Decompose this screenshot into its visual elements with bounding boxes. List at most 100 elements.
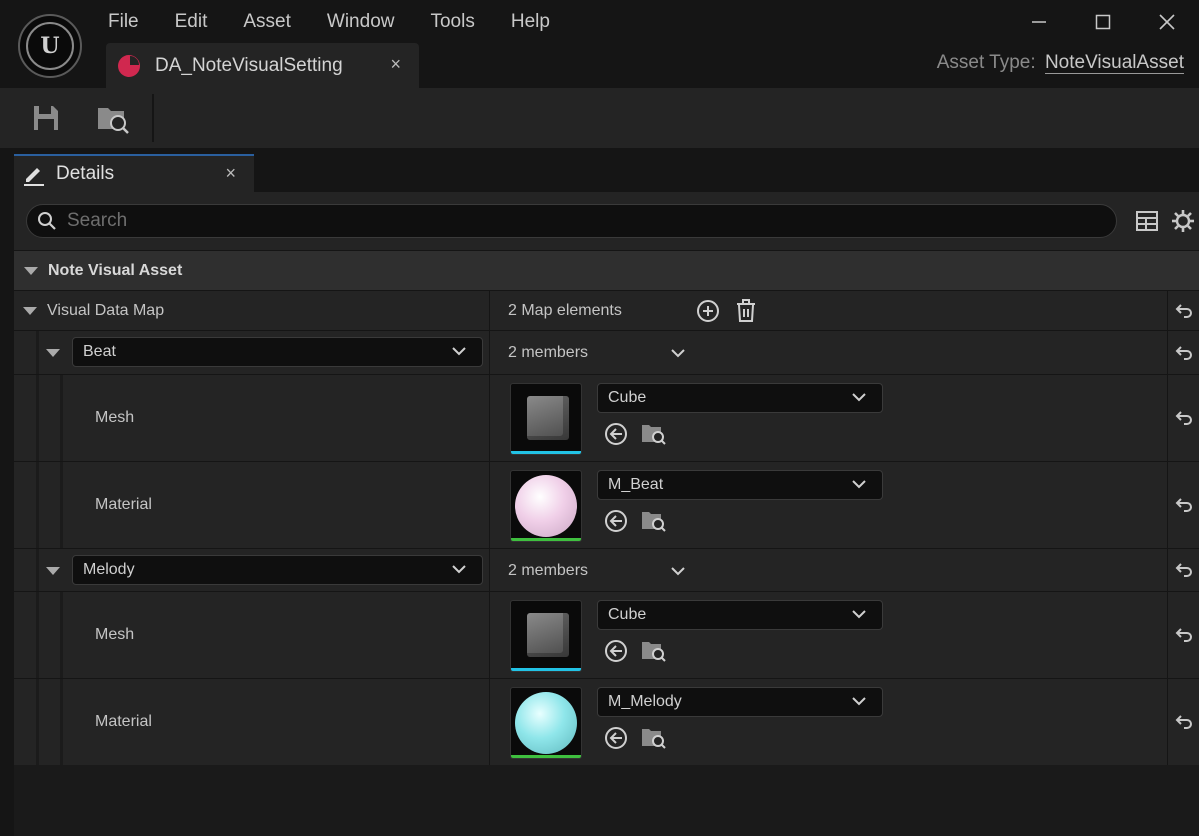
menu-file[interactable]: File	[90, 0, 157, 44]
chevron-down-icon[interactable]	[671, 566, 685, 576]
indent-guide	[60, 592, 63, 678]
minimize-button[interactable]	[1007, 0, 1071, 44]
menu-help[interactable]: Help	[493, 0, 568, 44]
indent-guide	[60, 375, 63, 461]
save-button[interactable]	[28, 100, 64, 136]
material-property-row: Material M_Melody	[14, 678, 1199, 765]
use-selected-asset-button[interactable]	[602, 420, 630, 448]
material-thumbnail[interactable]	[510, 470, 582, 542]
use-selected-asset-button[interactable]	[602, 637, 630, 665]
clear-elements-button[interactable]	[732, 297, 760, 325]
use-selected-arrow-icon	[605, 423, 627, 445]
reset-to-default-button[interactable]	[1167, 331, 1199, 374]
mesh-asset-picker[interactable]: Cube	[597, 600, 883, 630]
material-asset-picker[interactable]: M_Melody	[597, 687, 883, 717]
indent-guide	[36, 375, 39, 461]
material-thumbnail[interactable]	[510, 687, 582, 759]
use-selected-arrow-icon	[605, 510, 627, 532]
browse-asset-button[interactable]	[640, 637, 668, 665]
material-asset-picker[interactable]: M_Beat	[597, 470, 883, 500]
folder-search-icon	[642, 642, 666, 662]
maximize-icon	[1095, 14, 1111, 30]
use-selected-asset-button[interactable]	[602, 507, 630, 535]
add-element-button[interactable]	[694, 297, 722, 325]
mesh-thumbnail[interactable]	[510, 383, 582, 455]
close-icon	[1159, 14, 1175, 30]
indent-guide	[60, 679, 63, 765]
cube-preview-icon	[527, 613, 569, 657]
browse-asset-button[interactable]	[640, 507, 668, 535]
chevron-down-icon	[452, 347, 466, 356]
reset-to-default-button[interactable]	[1167, 462, 1199, 548]
document-tab-close-icon[interactable]: ×	[390, 54, 401, 75]
map-key-combo[interactable]: Beat	[72, 337, 483, 367]
browse-to-asset-button[interactable]	[95, 100, 131, 136]
menu-asset[interactable]: Asset	[225, 0, 309, 44]
gear-icon	[1172, 210, 1194, 232]
property-matrix-button[interactable]	[1134, 208, 1160, 234]
chevron-down-icon	[852, 480, 866, 489]
settings-button[interactable]	[1170, 208, 1196, 234]
maximize-button[interactable]	[1071, 0, 1135, 44]
asset-type-info: Asset Type: NoteVisualAsset	[937, 52, 1184, 74]
add-circle-icon	[697, 300, 719, 322]
mesh-asset-value: Cube	[608, 606, 647, 623]
close-window-button[interactable]	[1135, 0, 1199, 44]
asset-type-bar	[511, 451, 581, 454]
expand-arrow-icon[interactable]	[46, 349, 60, 357]
asset-type-bar	[511, 538, 581, 541]
document-tab-label: DA_NoteVisualSetting	[155, 54, 343, 76]
save-icon	[34, 106, 58, 130]
reset-arrow-icon	[1175, 498, 1192, 512]
reset-arrow-icon	[1175, 628, 1192, 642]
indent-guide	[36, 462, 39, 548]
title-bar: U File Edit Asset Window Tools Help DA_N…	[0, 0, 1199, 88]
sphere-preview-icon	[515, 475, 577, 537]
menu-window[interactable]: Window	[309, 0, 413, 44]
details-tab-label: Details	[56, 163, 115, 184]
folder-search-icon	[98, 108, 129, 134]
search-box[interactable]	[26, 204, 1117, 238]
indent-guide	[36, 592, 39, 678]
category-header[interactable]: Note Visual Asset	[14, 250, 1199, 290]
indent-guide	[60, 462, 63, 548]
mesh-property-row: Mesh Cube	[14, 374, 1199, 461]
details-edit-icon	[24, 168, 44, 186]
reset-to-default-button[interactable]	[1167, 592, 1199, 678]
browse-asset-button[interactable]	[640, 420, 668, 448]
reset-to-default-button[interactable]	[1167, 291, 1199, 330]
left-edge	[0, 148, 14, 836]
asset-type-label: Asset Type:	[936, 52, 1036, 73]
asset-type-link[interactable]: NoteVisualAsset	[1044, 52, 1184, 74]
menu-edit[interactable]: Edit	[157, 0, 226, 44]
sphere-preview-icon	[515, 692, 577, 754]
search-input[interactable]	[67, 210, 967, 232]
use-selected-arrow-icon	[605, 727, 627, 749]
map-key-combo[interactable]: Melody	[72, 555, 483, 585]
toolbar-separator	[152, 94, 154, 142]
use-selected-asset-button[interactable]	[602, 724, 630, 752]
browse-asset-button[interactable]	[640, 724, 668, 752]
reset-to-default-button[interactable]	[1167, 375, 1199, 461]
document-tab[interactable]: DA_NoteVisualSetting ×	[106, 43, 419, 88]
details-tab-close-icon[interactable]: ×	[225, 163, 236, 184]
material-label: Material	[95, 496, 152, 513]
window-controls	[1007, 0, 1199, 44]
map-key-value: Beat	[83, 343, 116, 360]
mesh-asset-picker[interactable]: Cube	[597, 383, 883, 413]
mesh-thumbnail[interactable]	[510, 600, 582, 672]
folder-search-icon	[642, 729, 666, 749]
expand-arrow-icon[interactable]	[46, 567, 60, 575]
reset-to-default-button[interactable]	[1167, 549, 1199, 591]
table-icon	[1136, 211, 1158, 231]
asset-type-bar	[511, 668, 581, 671]
chevron-down-icon[interactable]	[671, 348, 685, 358]
details-tab[interactable]: Details ×	[14, 154, 254, 192]
expand-arrow-icon[interactable]	[23, 307, 37, 315]
map-key-value: Melody	[83, 561, 135, 578]
indent-guide	[36, 331, 39, 374]
unreal-logo-icon[interactable]: U	[18, 14, 82, 78]
mesh-label: Mesh	[95, 626, 135, 643]
reset-to-default-button[interactable]	[1167, 679, 1199, 765]
menu-tools[interactable]: Tools	[412, 0, 492, 44]
